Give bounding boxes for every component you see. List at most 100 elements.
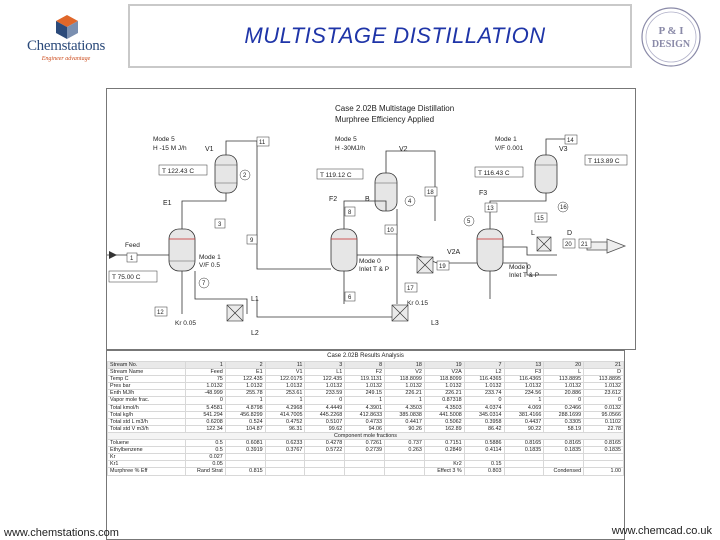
table-cell: 113.8895 xyxy=(543,375,585,384)
table-cell xyxy=(384,453,425,462)
table-cell: Toluene xyxy=(107,439,186,448)
table-cell: Kr2 xyxy=(423,460,465,469)
table-cell: Ethylbenzene xyxy=(107,446,186,455)
table-cell: 441.5008 xyxy=(423,410,465,419)
table-cell: 1 xyxy=(384,396,425,405)
table-cell: Feed xyxy=(185,368,226,377)
valve-l2 xyxy=(226,304,244,322)
table-cell: 1.00 xyxy=(583,467,624,476)
table-cell: Pres bar xyxy=(107,382,186,391)
logo-tagline: Engineer advantage xyxy=(41,56,91,62)
table-cell: 0.3958 xyxy=(463,417,505,426)
svg-text:19: 19 xyxy=(439,264,446,270)
footer-right-url[interactable]: www.chemcad.co.uk xyxy=(612,525,712,537)
table-cell: 5.4581 xyxy=(185,403,226,412)
table-cell: 118.8099 xyxy=(423,375,465,384)
table-cell: Stream Name xyxy=(107,368,186,377)
svg-text:B: B xyxy=(365,196,370,203)
table-cell: 226.21 xyxy=(423,389,465,398)
table-cell: 0.8165 xyxy=(583,439,624,448)
table-cell: Murphree % Eff xyxy=(107,467,186,476)
table-cell: 22.78 xyxy=(583,424,624,433)
mode0b-spec: Inlet T & P xyxy=(509,272,539,279)
table-cell: 0.7151 xyxy=(423,439,465,448)
table-cell: 0.5062 xyxy=(423,417,465,426)
table-cell: F2 xyxy=(344,368,386,377)
table-cell: 86.42 xyxy=(463,424,505,433)
table-cell: 0.1835 xyxy=(583,446,624,455)
table-cell xyxy=(583,453,624,462)
table-cell: Condensed xyxy=(543,467,585,476)
table-cell: 7 xyxy=(463,360,505,370)
table-cell: 20 xyxy=(543,360,585,370)
table-cell: 0.7261 xyxy=(344,439,386,448)
table-cell: L xyxy=(543,368,585,377)
logo-mark-icon xyxy=(56,15,78,39)
table-cell: 1 xyxy=(503,396,545,405)
table-cell xyxy=(503,460,545,469)
pid-design-stamp: P & I DESIGN xyxy=(640,6,702,68)
table-cell: 0.6081 xyxy=(224,439,266,448)
table-cell xyxy=(503,467,545,476)
table-cell: 255.78 xyxy=(224,389,266,398)
table-cell: 96.31 xyxy=(264,424,306,433)
table-row: Pres bar 1.0132 1.0132 1.0132 1.0132 1.0132 1.… xyxy=(107,382,624,391)
svg-text:14: 14 xyxy=(567,138,574,144)
stamp-line2: DESIGN xyxy=(652,39,691,50)
table-cell: 119.1131 xyxy=(344,375,386,384)
product-arrow-icon xyxy=(606,238,627,254)
table-cell: V2A xyxy=(423,368,465,377)
table-cell: 122.435 xyxy=(304,375,346,384)
table-cell: 75 xyxy=(185,375,226,384)
table-cell: 0.1835 xyxy=(503,446,545,455)
table-cell: 4.4449 xyxy=(304,403,346,412)
table-cell: 1 xyxy=(224,396,266,405)
table-cell: 23.612 xyxy=(583,389,624,398)
table-cell: 1.0132 xyxy=(185,382,226,391)
table-cell xyxy=(543,453,585,462)
mode0a: Mode 0 xyxy=(359,258,381,265)
table-cell: 1.0132 xyxy=(344,382,386,391)
table-cell: 21 xyxy=(583,360,624,370)
table-row: Stream No. 1 2 11 3 8 18 19 7 13 20 21 xyxy=(107,360,624,370)
table-row: Toluene 0.5 0.6081 0.6233 0.4278 0.7261 0.737 0… xyxy=(107,439,624,448)
table-cell xyxy=(423,453,465,462)
table-cell xyxy=(304,453,346,462)
table-cell xyxy=(344,453,386,462)
temp-right: T 113.89 C xyxy=(588,158,620,165)
table-cell: 18 xyxy=(384,360,425,370)
svg-text:12: 12 xyxy=(157,310,164,316)
valve-d xyxy=(536,236,552,252)
table-section-row: Component mole fractions xyxy=(107,431,624,441)
table-cell: 0.5107 xyxy=(304,417,346,426)
svg-text:11: 11 xyxy=(259,140,266,146)
svg-text:V2: V2 xyxy=(399,146,408,153)
table-cell xyxy=(224,453,266,462)
table-cell: 0 xyxy=(463,396,505,405)
table-cell: 0.803 xyxy=(463,467,505,476)
temp-feed: T 75.00 C xyxy=(112,274,141,281)
svg-text:10: 10 xyxy=(387,228,394,234)
table-row: Kr1 0.05 Kr2 0.15 xyxy=(107,460,624,469)
table-cell: 233.74 xyxy=(463,389,505,398)
column-feed xyxy=(168,228,196,272)
table-cell: 0.6233 xyxy=(264,439,306,448)
table-row: Vapor mole frac. 0 1 1 0 1 1 0.87318 0 1 0 0 xyxy=(107,396,624,405)
table-row: Murphree % Eff Rand Strat 0.815 Effect 3 % 0… xyxy=(107,467,624,476)
table-cell: 11 xyxy=(264,360,306,370)
table-cell: 0 xyxy=(185,396,226,405)
table-cell: 94.06 xyxy=(344,424,386,433)
table-cell: 162.89 xyxy=(423,424,465,433)
table-cell: 0.2849 xyxy=(423,446,465,455)
table-cell: 122.34 xyxy=(185,424,226,433)
logo-brand: Chemstations xyxy=(26,38,106,54)
table-cell: 104.87 xyxy=(224,424,266,433)
table-cell: Total kmol/h xyxy=(107,403,186,412)
table-cell: 1.0132 xyxy=(224,382,266,391)
feed-arrow-icon xyxy=(109,251,117,259)
table-cell xyxy=(264,467,306,476)
table-cell: 0.4278 xyxy=(304,439,346,448)
table-cell: 116.4365 xyxy=(503,375,545,384)
table-cell: 1 xyxy=(264,396,306,405)
footer-left-url[interactable]: www.chemstations.com xyxy=(4,527,119,539)
